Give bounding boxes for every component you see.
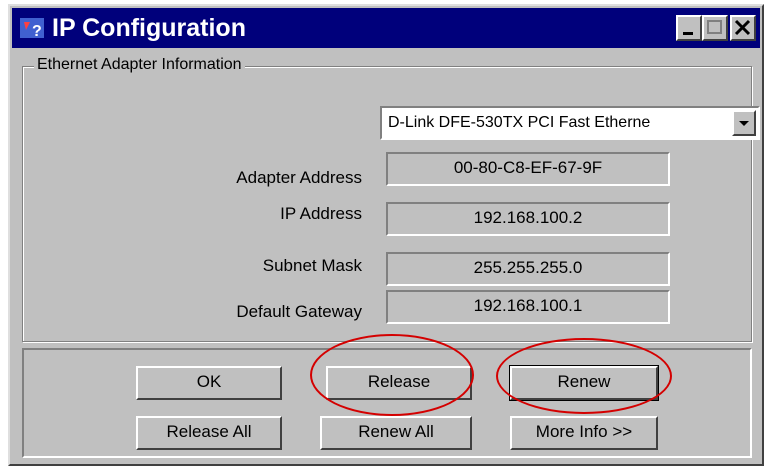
default-gateway-label: Default Gateway	[236, 302, 362, 321]
maximize-icon	[707, 20, 722, 34]
svg-text:?: ?	[32, 23, 42, 40]
dropdown-arrow-icon	[739, 121, 749, 126]
ip-address-label: IP Address	[280, 204, 362, 223]
ip-configuration-window: ? IP Configuration Ethernet Adapter Info…	[8, 4, 764, 466]
adapter-address-label: Adapter Address	[236, 168, 362, 187]
renew-button[interactable]: Renew	[509, 365, 659, 401]
window-title: IP Configuration	[52, 14, 246, 42]
maximize-button[interactable]	[702, 15, 728, 41]
adapter-select-value: D-Link DFE-530TX PCI Fast Etherne	[388, 114, 651, 131]
group-label: Ethernet Adapter Information	[34, 56, 245, 74]
minimize-button[interactable]	[676, 15, 702, 41]
renew-all-button[interactable]: Renew All	[320, 416, 472, 450]
title-bar[interactable]: ? IP Configuration	[12, 8, 760, 48]
ok-button[interactable]: OK	[136, 366, 282, 400]
default-gateway-field: 192.168.100.1	[386, 290, 670, 324]
adapter-select-dropdown-button[interactable]	[732, 110, 756, 136]
release-button[interactable]: Release	[326, 366, 472, 400]
release-all-button[interactable]: Release All	[136, 416, 282, 450]
ip-address-field: 192.168.100.2	[386, 202, 670, 236]
close-button[interactable]	[730, 15, 756, 41]
minimize-icon	[683, 32, 693, 35]
subnet-mask-label: Subnet Mask	[262, 256, 362, 275]
adapter-address-field: 00-80-C8-EF-67-9F	[386, 152, 670, 186]
close-icon	[734, 19, 751, 36]
network-config-icon: ?	[20, 18, 44, 40]
adapter-select[interactable]: D-Link DFE-530TX PCI Fast Etherne	[380, 106, 760, 140]
more-info-button[interactable]: More Info >>	[510, 416, 658, 450]
subnet-mask-field: 255.255.255.0	[386, 252, 670, 286]
